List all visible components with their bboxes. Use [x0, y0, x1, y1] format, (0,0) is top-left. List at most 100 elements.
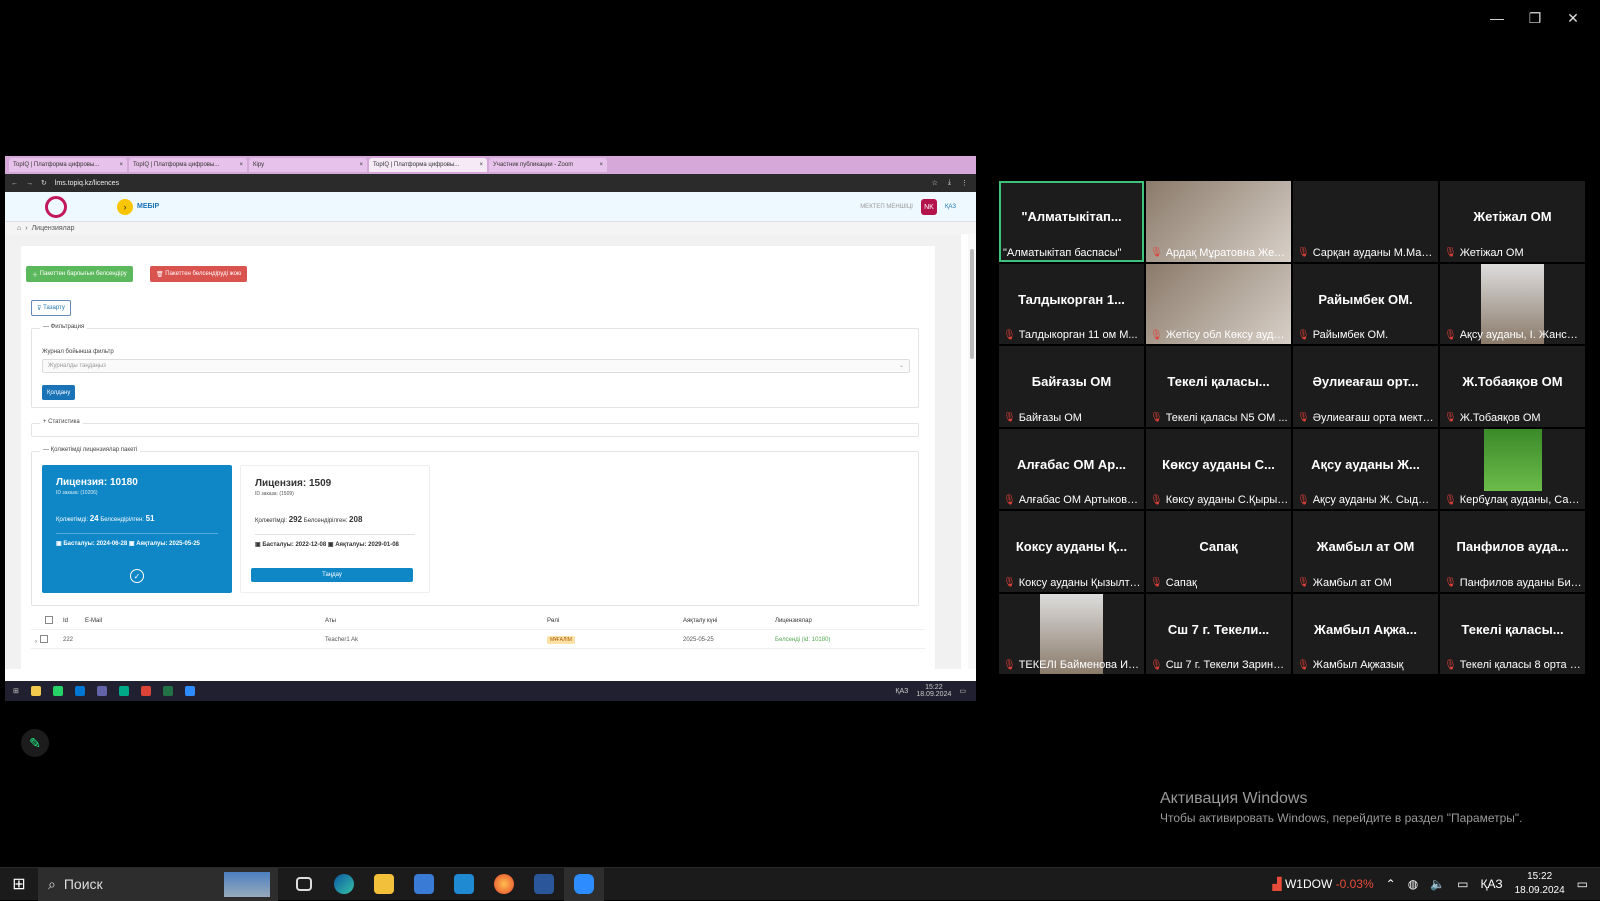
word-icon[interactable] [524, 868, 564, 901]
participant-tile[interactable]: 🎙 Кербұлақ ауданы, Сар... [1440, 428, 1585, 509]
zoom-icon[interactable] [564, 867, 604, 901]
whatsapp-icon[interactable] [52, 686, 63, 696]
row-checkbox[interactable] [40, 634, 49, 643]
activate-all-button[interactable]: ＋ Пакеттен барлығын белсендіру [26, 266, 133, 282]
deactivate-button[interactable]: 🗑 Пакеттен белсендіруді жою [150, 266, 248, 282]
choose-button[interactable]: Таңдау [251, 568, 413, 582]
menu-icon[interactable]: ⋮ [961, 179, 968, 187]
expand-icon[interactable]: › [31, 634, 55, 645]
stock-widget[interactable]: ▟ W1DOW -0.03% [1272, 877, 1373, 891]
table-row[interactable]: › 222 Teacher1 Ak МҰҒАЛІМ 2025-05-25 Бел… [31, 631, 925, 649]
participant-tile[interactable]: Алғабас ОМ Ар... 🎙 Алғабас ОМ Артыкова ... [999, 428, 1144, 509]
packets-legend[interactable]: — Қолжетімді лицензиялар пакеті [40, 447, 141, 453]
firefox-icon[interactable] [484, 868, 524, 901]
column-id[interactable]: Id [55, 618, 85, 624]
notification-icon[interactable]: ▭ [1577, 877, 1588, 891]
participant-tile[interactable]: Сапақ 🎙 Сапақ [1146, 511, 1291, 592]
participant-tile[interactable]: 🎙 Ардақ Мұратовна Жеті... [1146, 181, 1291, 262]
folder-icon[interactable] [30, 686, 41, 696]
notification-icon[interactable]: ▭ [959, 687, 966, 695]
column-end-date[interactable]: Аяқталу күні [683, 618, 775, 624]
annotate-pencil-icon[interactable]: ✎ [21, 729, 49, 757]
participant-tile[interactable]: Әулиеағаш орт... 🎙 Әулиеағаш орта мектебі [1293, 346, 1438, 427]
license-card-selected[interactable]: Лицензия: 10180 ID заказа: (10206) Қолже… [42, 465, 232, 593]
close-icon[interactable]: × [359, 162, 363, 168]
browser-tab[interactable]: TopIQ | Платформа цифровы... × [9, 158, 127, 172]
edge-icon[interactable] [324, 868, 364, 901]
windows-icon[interactable]: ⊞ [13, 687, 19, 695]
taskbar-search[interactable]: ⌕ Поиск [38, 867, 278, 901]
browser-tab[interactable]: Кіру × [249, 158, 367, 172]
participant-tile[interactable]: Талдыкорган 1... 🎙 Талдыкорган 11 ом М... [999, 263, 1144, 344]
close-icon[interactable]: × [599, 162, 603, 168]
participant-tile[interactable]: Текелі қаласы... 🎙 Текелі қаласы N5 ОМ ... [1146, 346, 1291, 427]
download-icon[interactable]: ⤓ [948, 179, 951, 187]
participant-tile[interactable]: 🎙 Жетісу обл Көксу аудан... [1146, 263, 1291, 344]
star-icon[interactable]: ☆ [932, 179, 938, 187]
file-explorer-icon[interactable] [364, 868, 404, 901]
close-icon[interactable]: × [479, 162, 483, 168]
license-card[interactable]: Лицензия: 1509 ID заказа: (1509) Қолжеті… [240, 465, 430, 593]
speaker-icon[interactable]: 🔈 [1430, 877, 1445, 891]
participant-tile[interactable]: Панфилов ауда... 🎙 Панфилов ауданы Била... [1440, 511, 1585, 592]
participant-tile[interactable]: Сш 7 г. Текели... 🎙 Сш 7 г. Текели Зарина … [1146, 593, 1291, 674]
windows-start-icon[interactable]: ⊞ [0, 868, 38, 901]
mail-icon[interactable] [444, 868, 484, 901]
scrollbar[interactable] [968, 234, 976, 669]
participant-tile[interactable]: Көксу ауданы С... 🎙 Көксу ауданы С.Қырық..… [1146, 428, 1291, 509]
participant-tile[interactable]: Байғазы ОМ 🎙 Байғазы ОМ [999, 346, 1144, 427]
filter-legend[interactable]: — Фильтрация [40, 324, 88, 330]
close-icon[interactable]: ✕ [1554, 8, 1592, 28]
clear-filter-button[interactable]: ⊽ Тазарту [31, 300, 71, 316]
avatar[interactable]: NK [920, 199, 937, 215]
participant-tile[interactable]: Ақсу ауданы Ж... 🎙 Ақсу ауданы Ж. Сыдык... [1293, 428, 1438, 509]
participant-tile[interactable]: 🎙 ТЕКЕЛІ Байменова Ил... [999, 593, 1144, 674]
chevron-right-icon[interactable]: › [117, 198, 133, 215]
network-icon[interactable]: ▭ [1457, 877, 1468, 891]
store-icon[interactable] [404, 868, 444, 901]
journal-select[interactable]: Журналды таңдаңыз ⌄ [42, 359, 910, 373]
column-name[interactable]: Аты [325, 618, 547, 624]
close-icon[interactable]: × [119, 162, 123, 168]
select-all-checkbox[interactable] [45, 615, 53, 624]
reload-icon[interactable]: ↻ [41, 179, 47, 187]
close-icon[interactable]: × [239, 162, 243, 168]
back-icon[interactable]: ← [11, 180, 18, 187]
column-licenses[interactable]: Лицензиялар [775, 618, 812, 624]
browser-tab[interactable]: Участник публикации - Zoom × [489, 158, 607, 172]
column-role[interactable]: Рөлі [547, 618, 683, 624]
minimize-icon[interactable]: — [1478, 8, 1516, 28]
lang-switch[interactable]: ҚАЗ [945, 204, 956, 210]
participant-tile[interactable]: Ж.Тобаяқов ОМ 🎙 Ж.Тобаяқов ОМ [1440, 346, 1585, 427]
teams-icon[interactable] [96, 686, 107, 696]
edge-icon[interactable] [118, 686, 129, 696]
topiq-logo[interactable] [45, 195, 67, 218]
participant-tile[interactable]: Райымбек ОМ. 🎙 Райымбек ОМ. [1293, 263, 1438, 344]
participant-tile[interactable]: 🎙 Сарқан ауданы М.Мам... [1293, 181, 1438, 262]
participant-tile[interactable]: Коксу ауданы Қ... 🎙 Коксу ауданы Қызылтоғ.… [999, 511, 1144, 592]
participant-tile[interactable]: Текелі қаласы... 🎙 Текелі қаласы 8 орта м.… [1440, 593, 1585, 674]
browser-tab-active[interactable]: TopIQ | Платформа цифровы... × [369, 158, 487, 172]
chrome-icon[interactable] [140, 686, 151, 696]
mebir-label[interactable]: МЕБІР [137, 203, 159, 210]
chevron-up-icon[interactable]: ⌃ [1386, 877, 1396, 891]
lang-indicator[interactable]: ҚАЗ [1480, 877, 1502, 891]
stats-legend[interactable]: + Статистика [40, 419, 83, 425]
apply-button[interactable]: Қолдану [42, 385, 76, 400]
forward-icon[interactable]: → [26, 180, 33, 187]
home-icon[interactable]: ⌂ [17, 225, 21, 232]
column-email[interactable]: E-Mail [85, 618, 325, 624]
restore-icon[interactable]: ❐ [1516, 8, 1554, 28]
clock[interactable]: 15:22 18.09.2024 [1515, 870, 1565, 898]
excel-icon[interactable] [162, 686, 173, 696]
browser-tab[interactable]: TopIQ | Платформа цифровы... × [129, 158, 247, 172]
participant-tile[interactable]: Жетіжал ОМ 🎙 Жетіжал ОМ [1440, 181, 1585, 262]
outlook-icon[interactable] [74, 686, 85, 696]
lang-indicator[interactable]: ҚАЗ [895, 688, 908, 695]
participant-tile[interactable]: 🎙 Ақсу ауданы, І. Жансүгі... [1440, 263, 1585, 344]
zoom-icon[interactable] [184, 686, 195, 696]
participant-tile[interactable]: Жамбыл ат ОМ 🎙 Жамбыл ат ОМ [1293, 511, 1438, 592]
url-field[interactable]: lms.topiq.kz/licences [55, 180, 119, 187]
participant-tile[interactable]: Жамбыл Ақжа... 🎙 Жамбыл Ақжазық [1293, 593, 1438, 674]
task-view-icon[interactable] [284, 868, 324, 901]
